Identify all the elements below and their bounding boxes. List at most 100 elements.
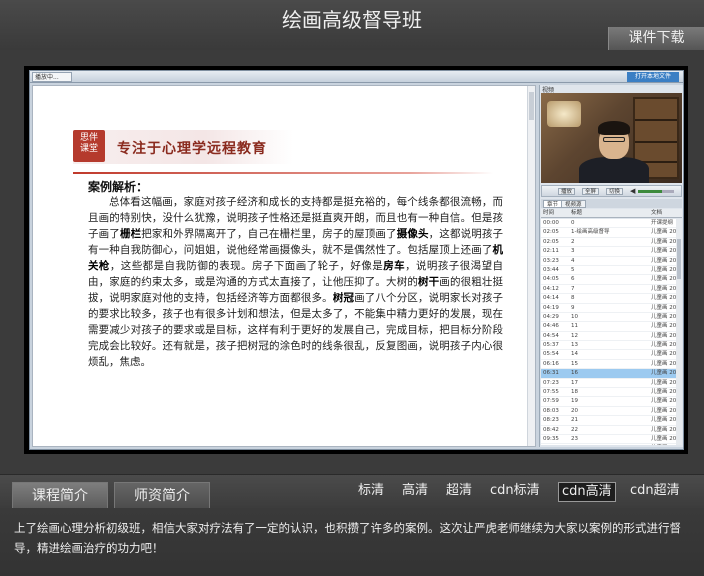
- chapter-row[interactable]: 02:05 2 儿童画 20: [541, 238, 676, 248]
- chapter-row[interactable]: 08:23 21 儿童画 20: [541, 416, 676, 426]
- chapter-time: 04:12: [543, 285, 559, 292]
- logo-text: 思伴: [79, 133, 98, 143]
- chapter-list: 00:00 0 开课提纲 02:05 1-绘画高级督导 儿童画 20 02:05 2 儿童画 2…: [541, 219, 676, 445]
- chapter-list-scrollbar[interactable]: [676, 219, 682, 445]
- logo-text: 课堂: [79, 144, 98, 154]
- chapter-time: 09:35: [543, 435, 559, 442]
- side-tabs: 章节 视频源: [541, 199, 682, 208]
- chapter-row[interactable]: 06:31 16 儿童画 20: [541, 369, 676, 379]
- chapter-time: 00:00: [543, 220, 559, 226]
- quality-option[interactable]: 超清: [446, 482, 472, 500]
- chapter-title: 20: [571, 407, 578, 414]
- chapter-row[interactable]: 00:00 0 开课提纲: [541, 219, 676, 229]
- volume-icon[interactable]: ◀: [630, 187, 635, 195]
- scrollbar-thumb[interactable]: [529, 92, 534, 120]
- chapter-title: 7: [571, 285, 575, 292]
- chapter-doc: 儿童画 20: [651, 360, 676, 367]
- chapter-time: 05:54: [543, 351, 559, 358]
- chapter-row[interactable]: 03:23 4 儿童画 20: [541, 257, 676, 266]
- highlighted-term: 房车: [383, 260, 406, 272]
- chapter-row[interactable]: 04:14 8 儿童画 20: [541, 294, 676, 304]
- chapter-title: 12: [571, 332, 578, 339]
- chapter-row[interactable]: 04:19 9 儿童画 20: [541, 304, 676, 313]
- chapter-row[interactable]: 09:35 23 儿童画 20: [541, 435, 676, 445]
- chapter-row[interactable]: 04:05 6 儿童画 20: [541, 275, 676, 285]
- chapter-scroll-thumb[interactable]: [677, 239, 681, 279]
- chapter-doc: 儿童画 20: [651, 248, 676, 255]
- chapter-row[interactable]: 05:54 14 儿童画 20: [541, 350, 676, 360]
- chapter-doc: 儿童画 20: [651, 332, 676, 339]
- quality-option[interactable]: cdn高清: [558, 482, 616, 502]
- chapter-doc: 儿童画 20: [651, 257, 676, 264]
- chapter-time: 04:46: [543, 323, 559, 330]
- player-frame: 播放中... 打开本地文件 思伴 课堂 专注于心理学远程教育 案例解析： 总体看这…: [24, 66, 688, 454]
- page-title: 绘画高级督导班: [282, 8, 422, 32]
- document-scrollbar[interactable]: [527, 86, 535, 446]
- header-doc[interactable]: 文档: [651, 209, 662, 218]
- chapter-row[interactable]: 02:11 3 儿童画 20: [541, 247, 676, 257]
- chapter-doc: 儿童画 20: [651, 370, 676, 377]
- chapter-title: 5: [571, 266, 575, 273]
- tab-chapters[interactable]: 章节: [543, 200, 563, 208]
- play-button[interactable]: 播放: [558, 188, 576, 195]
- header-time[interactable]: 时间: [543, 209, 554, 218]
- highlighted-term: 栅栏: [119, 228, 142, 240]
- chapter-row[interactable]: 08:03 20 儿童画 20: [541, 407, 676, 417]
- chapter-row[interactable]: 05:37 13 儿童画 20: [541, 341, 676, 351]
- chapter-time: 06:31: [543, 370, 559, 377]
- chapter-title: 9: [571, 304, 575, 311]
- chapter-doc: 儿童画 20: [651, 444, 676, 445]
- chapter-time: 04:14: [543, 295, 559, 302]
- chapter-doc: 儿童画 20: [651, 295, 676, 302]
- chapter-doc: 儿童画 20: [651, 323, 676, 330]
- chapter-title: 15: [571, 360, 578, 367]
- courseware-download-button[interactable]: 课件下载: [608, 27, 704, 50]
- chapter-doc: 儿童画 20: [651, 313, 676, 320]
- quality-option[interactable]: 标清: [358, 482, 384, 500]
- logo: 思伴 课堂: [73, 130, 105, 162]
- fullscreen-button[interactable]: 全屏: [582, 188, 600, 195]
- chapter-row[interactable]: 04:29 10 儿童画 20: [541, 313, 676, 323]
- slogan: 专注于心理学远程教育: [117, 141, 267, 157]
- chapter-title: 24: [571, 444, 647, 445]
- chapter-time: 08:42: [543, 426, 559, 433]
- chapter-row[interactable]: 06:16 15 儿童画 20: [541, 360, 676, 370]
- chapter-title: 23: [571, 435, 578, 442]
- chapter-row[interactable]: 02:05 1-绘画高级督导 儿童画 20: [541, 228, 676, 238]
- chapter-title: 18: [571, 389, 578, 396]
- highlighted-term: 树干: [418, 276, 440, 288]
- chapter-doc: 儿童画 20: [651, 266, 676, 273]
- chapter-time: 07:23: [543, 379, 559, 386]
- chapter-row[interactable]: 07:55 18 儿童画 20: [541, 388, 676, 398]
- chapter-row[interactable]: 03:44 5 儿童画 20: [541, 266, 676, 276]
- quality-option[interactable]: cdn超清: [630, 482, 680, 500]
- chapter-row[interactable]: 09:5824 儿童画 20: [541, 444, 676, 445]
- chapter-row[interactable]: 07:23 17 儿童画 20: [541, 379, 676, 389]
- switch-button[interactable]: 切换: [606, 188, 624, 195]
- chapter-doc: 儿童画 20: [651, 426, 676, 433]
- chapter-doc: 儿童画 20: [651, 285, 676, 292]
- chapter-row[interactable]: 07:59 19 儿童画 20: [541, 397, 676, 407]
- tab-teacher-intro[interactable]: 师资简介: [114, 482, 210, 508]
- chapter-doc: 儿童画 20: [651, 379, 676, 386]
- chapter-row[interactable]: 04:54 12 儿童画 20: [541, 332, 676, 342]
- quality-option[interactable]: cdn标清: [490, 482, 540, 500]
- chapter-time: 07:55: [543, 389, 559, 396]
- chapter-row[interactable]: 04:12 7 儿童画 20: [541, 285, 676, 295]
- header-title[interactable]: 标题: [571, 209, 582, 218]
- volume-slider[interactable]: [638, 190, 674, 193]
- open-local-file-button[interactable]: 打开本地文件: [627, 72, 679, 82]
- chapter-row[interactable]: 04:46 11 儿童画 20: [541, 322, 676, 332]
- chapter-doc: 儿童画 20: [651, 304, 676, 311]
- chapter-table-header: 时间 标题 文档: [541, 209, 682, 218]
- chapter-doc: 儿童画 20: [651, 342, 676, 349]
- tab-course-intro[interactable]: 课程简介: [12, 482, 108, 508]
- chapter-title: 6: [571, 276, 575, 283]
- chapter-time: 02:11: [543, 248, 559, 255]
- teacher-video[interactable]: [541, 93, 682, 183]
- playing-tab[interactable]: 播放中...: [32, 72, 72, 82]
- chapter-row[interactable]: 08:42 22 儿童画 20: [541, 426, 676, 435]
- quality-option[interactable]: 高清: [402, 482, 428, 500]
- tab-video-source[interactable]: 视频源: [561, 200, 586, 208]
- chapter-time: 02:05: [543, 229, 559, 236]
